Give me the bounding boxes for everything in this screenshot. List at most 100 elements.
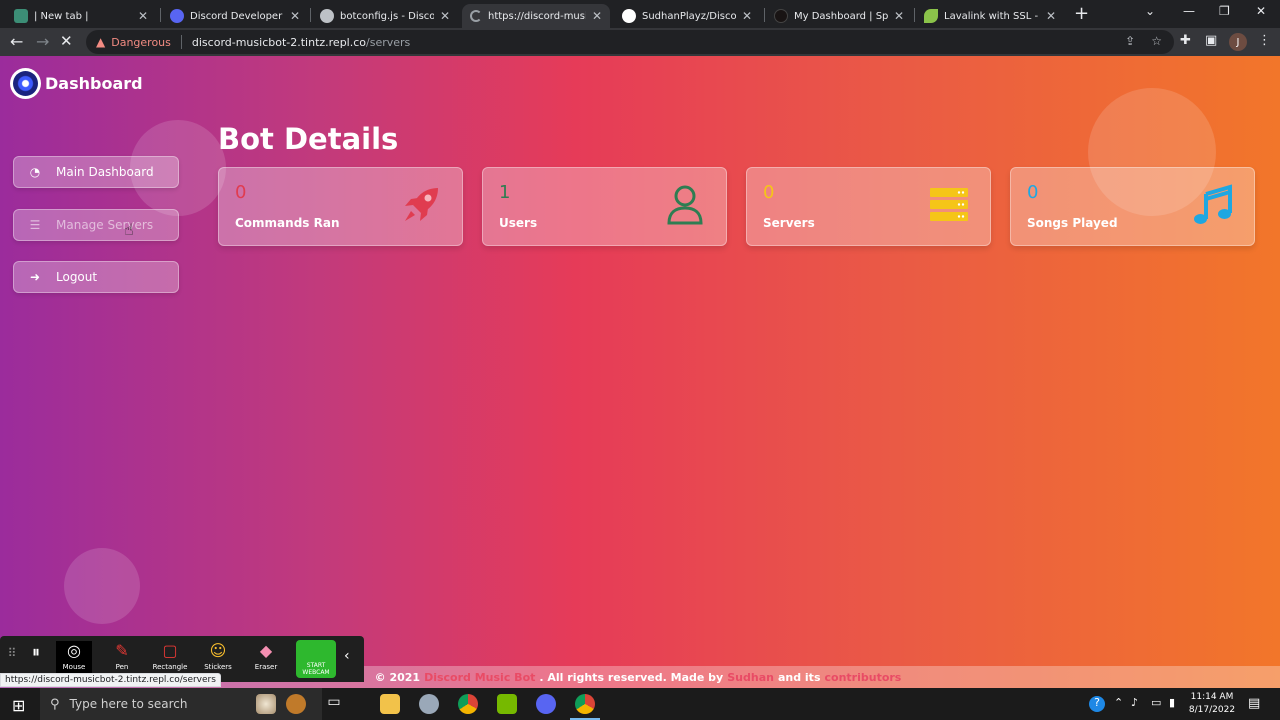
smiley-sticker-icon: ☺ bbox=[209, 641, 227, 660]
stat-label: Commands Ran bbox=[235, 216, 340, 230]
tab-title: botconfig.js - Discord- bbox=[340, 10, 434, 22]
sidebar-item-label: Manage Servers bbox=[56, 218, 154, 232]
page-viewport: Dashboard ◔ Main Dashboard ☰ Manage Serv… bbox=[0, 56, 1280, 688]
stat-value: 0 bbox=[1027, 182, 1039, 203]
minimize-icon[interactable]: — bbox=[1183, 4, 1195, 18]
stat-value: 0 bbox=[235, 182, 247, 203]
tab-title: Lavalink with SSL - lava bbox=[944, 10, 1040, 22]
menu-kebab-icon[interactable]: ⋮ bbox=[1258, 33, 1271, 48]
network-icon[interactable]: ▭ bbox=[1151, 696, 1161, 709]
discord-favicon-icon bbox=[170, 9, 184, 23]
stat-label: Servers bbox=[763, 216, 815, 230]
server-icon bbox=[930, 188, 968, 221]
eraser-icon: ◆ bbox=[259, 641, 273, 660]
task-view-icon[interactable]: ▭ bbox=[324, 694, 344, 714]
battery-icon[interactable]: ▮ bbox=[1169, 696, 1175, 709]
close-tab-icon[interactable]: ✕ bbox=[894, 9, 904, 23]
restore-icon[interactable]: ❐ bbox=[1219, 4, 1230, 18]
server-list-icon: ☰ bbox=[29, 218, 41, 232]
close-tab-icon[interactable]: ✕ bbox=[592, 9, 602, 23]
pen-tool[interactable]: ✎ Pen bbox=[104, 641, 140, 671]
close-tab-icon[interactable]: ✕ bbox=[1046, 9, 1056, 23]
pause-icon: ⏸ bbox=[31, 642, 40, 661]
rectangle-tool[interactable]: ▢ Rectangle bbox=[152, 641, 188, 671]
collapse-chevron-icon[interactable]: ‹ bbox=[344, 648, 350, 664]
profile-avatar[interactable]: J bbox=[1229, 33, 1247, 51]
tray-chevron-icon[interactable]: ⌃ bbox=[1114, 696, 1123, 709]
start-webcam-button[interactable]: START WEBCAM bbox=[296, 640, 336, 678]
link-status-bubble: https://discord-musicbot-2.tintz.repl.co… bbox=[0, 673, 221, 687]
leaf-favicon-icon bbox=[924, 9, 938, 23]
drag-handle-icon[interactable]: ⠿ bbox=[2, 646, 22, 660]
volume-icon[interactable]: ♪ bbox=[1131, 696, 1138, 709]
mouse-pointer-icon: ◎ bbox=[67, 641, 81, 660]
search-icon: ⚲ bbox=[50, 696, 60, 712]
new-tab-plus-icon[interactable]: + bbox=[1074, 3, 1089, 24]
stop-loading-icon[interactable]: ✕ bbox=[60, 32, 73, 50]
chrome-icon[interactable] bbox=[458, 694, 478, 714]
pen-icon: ✎ bbox=[115, 641, 129, 660]
side-panel-icon[interactable]: ▣ bbox=[1205, 33, 1217, 48]
url-path: /servers bbox=[366, 35, 411, 49]
bookmark-star-icon[interactable]: ☆ bbox=[1151, 34, 1162, 48]
browser-tab[interactable]: botconfig.js - Discord- ✕ bbox=[312, 4, 458, 28]
help-icon[interactable]: ? bbox=[1089, 696, 1105, 712]
close-tab-icon[interactable]: ✕ bbox=[290, 9, 300, 23]
brand[interactable]: Dashboard bbox=[10, 68, 143, 99]
notifications-icon[interactable]: ▤ bbox=[1248, 696, 1260, 711]
close-tab-icon[interactable]: ✕ bbox=[138, 9, 148, 23]
browser-tab[interactable]: SudhanPlayz/Discord-M ✕ bbox=[614, 4, 760, 28]
forward-arrow-icon[interactable]: → bbox=[36, 32, 49, 51]
music-disc-logo-icon bbox=[10, 68, 41, 99]
browser-tab[interactable]: Discord Developer Port ✕ bbox=[162, 4, 308, 28]
warning-triangle-icon: ▲ bbox=[96, 35, 106, 49]
share-icon[interactable]: ⇪ bbox=[1125, 34, 1135, 48]
search-highlight-icon bbox=[256, 694, 276, 714]
nvidia-icon[interactable] bbox=[497, 694, 517, 714]
replit-favicon-icon bbox=[320, 9, 334, 23]
browser-tab[interactable]: My Dashboard | Spotify ✕ bbox=[766, 4, 912, 28]
brand-title: Dashboard bbox=[45, 74, 143, 93]
search-highlight-icon bbox=[286, 694, 306, 714]
url-host: discord-musicbot-2.tintz.repl.co bbox=[191, 35, 367, 49]
browser-tab-active[interactable]: https://discord-musicb ✕ bbox=[462, 4, 610, 28]
chrome-active-icon[interactable] bbox=[575, 694, 595, 714]
extensions-puzzle-icon[interactable]: ✚ bbox=[1180, 33, 1191, 48]
hand-pointer-cursor-icon: ☝ bbox=[124, 220, 134, 239]
close-window-icon[interactable]: ✕ bbox=[1256, 4, 1266, 18]
footer-copyright: © 2021 bbox=[374, 670, 421, 684]
tab-title: SudhanPlayz/Discord-M bbox=[642, 10, 736, 22]
close-tab-icon[interactable]: ✕ bbox=[742, 9, 752, 23]
back-arrow-icon[interactable]: ← bbox=[10, 32, 23, 51]
stickers-tool[interactable]: ☺ Stickers bbox=[200, 641, 236, 671]
eraser-tool[interactable]: ◆ Eraser bbox=[248, 641, 284, 671]
github-favicon-icon bbox=[622, 9, 636, 23]
tab-title: My Dashboard | Spotify bbox=[794, 10, 888, 22]
pause-button[interactable]: ⏸ bbox=[22, 642, 50, 664]
sidebar-item-logout[interactable]: ➜ Logout bbox=[13, 261, 179, 293]
taskbar-search-box[interactable]: ⚲ Type here to search bbox=[40, 688, 322, 720]
footer-text: . All rights reserved. Made by bbox=[539, 670, 724, 684]
sidebar-item-label: Logout bbox=[56, 270, 98, 284]
sidebar-item-manage-servers[interactable]: ☰ Manage Servers bbox=[13, 209, 179, 241]
footer-contributors-link[interactable]: contributors bbox=[825, 671, 902, 684]
windows-start-icon[interactable]: ⊞ bbox=[12, 696, 25, 715]
security-status[interactable]: Dangerous bbox=[111, 36, 171, 49]
browser-tab[interactable]: Lavalink with SSL - lava ✕ bbox=[916, 4, 1064, 28]
user-icon bbox=[667, 185, 703, 225]
stat-card-songs: 0 Songs Played bbox=[1010, 167, 1255, 246]
tab-search-chevron-icon[interactable]: ⌄ bbox=[1145, 4, 1155, 18]
browser-tab[interactable]: | New tab | ✕ bbox=[6, 4, 156, 28]
footer-bot-link[interactable]: Discord Music Bot bbox=[424, 671, 535, 684]
address-bar[interactable]: ▲ Dangerous discord-musicbot-2.tintz.rep… bbox=[86, 30, 1174, 54]
discord-icon[interactable] bbox=[536, 694, 556, 714]
spotify-favicon-icon bbox=[774, 9, 788, 23]
file-explorer-icon[interactable] bbox=[380, 694, 400, 714]
sidebar-item-main-dashboard[interactable]: ◔ Main Dashboard bbox=[13, 156, 179, 188]
footer-author-link[interactable]: Sudhan bbox=[727, 671, 774, 684]
close-tab-icon[interactable]: ✕ bbox=[440, 9, 450, 23]
taskbar-clock[interactable]: 11:14 AM 8/17/2022 bbox=[1184, 691, 1240, 717]
stat-value: 1 bbox=[499, 182, 511, 203]
app-icon[interactable] bbox=[419, 694, 439, 714]
rectangle-icon: ▢ bbox=[162, 641, 178, 660]
